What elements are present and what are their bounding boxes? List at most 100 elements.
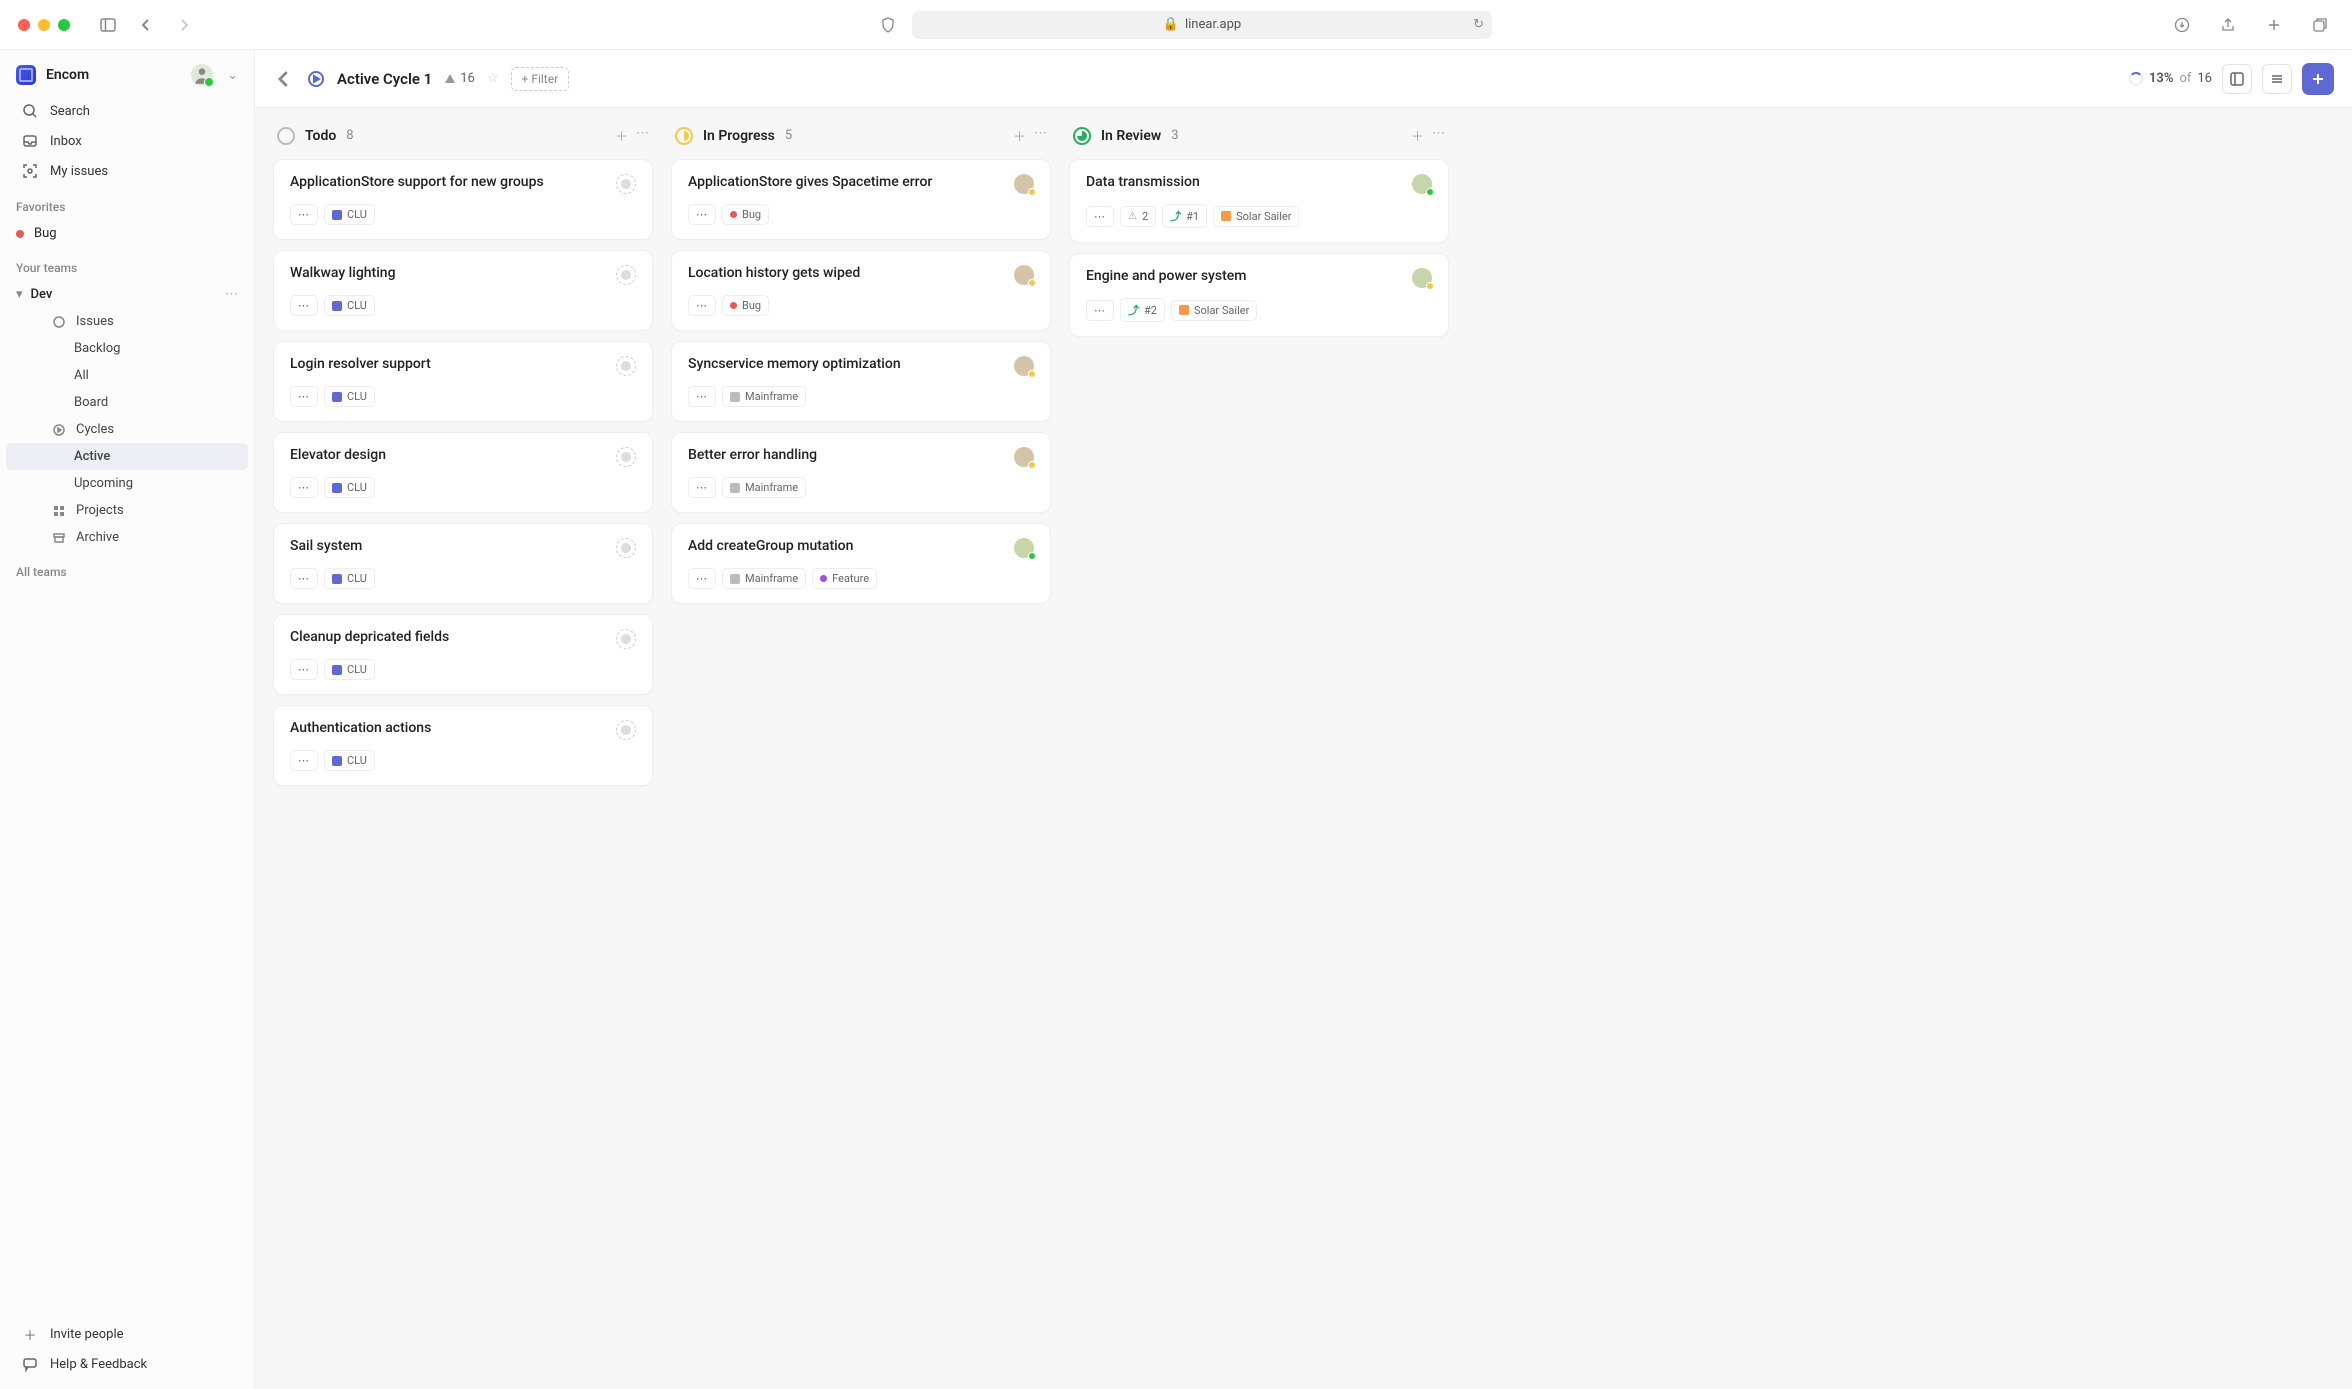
label-chip[interactable]: Bug bbox=[722, 295, 769, 316]
tree-board[interactable]: Board bbox=[6, 389, 248, 416]
assignee-avatar[interactable] bbox=[1014, 265, 1034, 285]
unassigned-avatar-icon[interactable] bbox=[616, 265, 636, 285]
tree-cycles[interactable]: Cycles bbox=[6, 416, 248, 443]
user-avatar[interactable] bbox=[191, 64, 213, 86]
issue-card[interactable]: Authentication actions ⋯CLU bbox=[273, 705, 653, 786]
issue-card[interactable]: Location history gets wiped ⋯Bug bbox=[671, 250, 1051, 331]
tabs-icon[interactable] bbox=[2306, 11, 2334, 39]
warning-chip[interactable]: 2 bbox=[1120, 206, 1156, 227]
nav-my-issues[interactable]: My issues bbox=[6, 156, 248, 186]
nav-back-icon[interactable] bbox=[132, 11, 160, 39]
issue-card[interactable]: Add createGroup mutation ⋯MainframeFeatu… bbox=[671, 523, 1051, 604]
issue-card[interactable]: Data transmission ⋯ 2⤴#1Solar Sailer bbox=[1069, 159, 1449, 243]
project-chip[interactable]: Mainframe bbox=[722, 477, 806, 498]
assignee-avatar[interactable] bbox=[1014, 538, 1034, 558]
unassigned-avatar-icon[interactable] bbox=[616, 538, 636, 558]
nav-inbox[interactable]: Inbox bbox=[6, 126, 248, 156]
tree-upcoming[interactable]: Upcoming bbox=[6, 470, 248, 497]
help-feedback[interactable]: Help & Feedback bbox=[6, 1349, 248, 1379]
address-bar[interactable]: 🔒 linear.app ↻ bbox=[912, 11, 1492, 39]
card-more-chip[interactable]: ⋯ bbox=[688, 477, 716, 498]
tree-active[interactable]: Active bbox=[6, 443, 248, 470]
project-chip[interactable]: CLU bbox=[324, 477, 375, 498]
card-more-chip[interactable]: ⋯ bbox=[290, 386, 318, 407]
issue-card[interactable]: Walkway lighting ⋯CLU bbox=[273, 250, 653, 331]
project-chip[interactable]: CLU bbox=[324, 659, 375, 680]
card-more-chip[interactable]: ⋯ bbox=[290, 204, 318, 225]
invite-people[interactable]: ＋ Invite people bbox=[6, 1319, 248, 1349]
project-chip[interactable]: Solar Sailer bbox=[1171, 300, 1257, 321]
maximize-window-icon[interactable] bbox=[58, 19, 70, 31]
label-chip[interactable]: Feature bbox=[812, 568, 877, 589]
card-more-chip[interactable]: ⋯ bbox=[290, 295, 318, 316]
project-chip[interactable]: CLU bbox=[324, 204, 375, 225]
back-icon[interactable] bbox=[273, 68, 295, 90]
project-chip[interactable]: CLU bbox=[324, 568, 375, 589]
label-chip[interactable]: Bug bbox=[722, 204, 769, 225]
assignee-avatar[interactable] bbox=[1014, 174, 1034, 194]
unassigned-avatar-icon[interactable] bbox=[616, 356, 636, 376]
pr-chip[interactable]: ⤴#1 bbox=[1162, 204, 1207, 228]
issue-card[interactable]: Engine and power system ⋯⤴#2Solar Sailer bbox=[1069, 253, 1449, 337]
more-icon[interactable]: ⋯ bbox=[225, 287, 238, 302]
project-chip[interactable]: Mainframe bbox=[722, 386, 806, 407]
window-controls[interactable] bbox=[18, 19, 70, 31]
card-more-chip[interactable]: ⋯ bbox=[688, 386, 716, 407]
project-chip[interactable]: CLU bbox=[324, 750, 375, 771]
filter-button[interactable]: + Filter bbox=[511, 67, 570, 91]
sidebar-toggle-icon[interactable] bbox=[94, 11, 122, 39]
unassigned-avatar-icon[interactable] bbox=[616, 720, 636, 740]
team-dev[interactable]: ▾ Dev ⋯ bbox=[0, 281, 254, 308]
issue-card[interactable]: ApplicationStore support for new groups … bbox=[273, 159, 653, 240]
tree-all[interactable]: All bbox=[6, 362, 248, 389]
chevron-down-icon[interactable]: ⌄ bbox=[227, 68, 238, 83]
card-more-chip[interactable]: ⋯ bbox=[688, 204, 716, 225]
card-more-chip[interactable]: ⋯ bbox=[1086, 300, 1114, 321]
close-window-icon[interactable] bbox=[18, 19, 30, 31]
new-tab-icon[interactable] bbox=[2260, 11, 2288, 39]
reload-icon[interactable]: ↻ bbox=[1473, 17, 1484, 32]
view-list-button[interactable] bbox=[2262, 64, 2292, 94]
tree-archive[interactable]: Archive bbox=[6, 524, 248, 551]
issue-card[interactable]: Login resolver support ⋯CLU bbox=[273, 341, 653, 422]
card-more-chip[interactable]: ⋯ bbox=[290, 568, 318, 589]
star-icon[interactable]: ☆ bbox=[487, 71, 499, 86]
project-chip[interactable]: Mainframe bbox=[722, 568, 806, 589]
add-card-icon[interactable]: ＋ bbox=[1411, 126, 1424, 145]
workspace-switcher[interactable]: Encom ⌄ bbox=[0, 50, 254, 96]
all-teams-label[interactable]: All teams bbox=[0, 551, 254, 585]
view-board-button[interactable] bbox=[2222, 64, 2252, 94]
unassigned-avatar-icon[interactable] bbox=[616, 174, 636, 194]
tree-issues[interactable]: Issues bbox=[6, 308, 248, 335]
shield-icon[interactable] bbox=[874, 11, 902, 39]
tree-backlog[interactable]: Backlog bbox=[6, 335, 248, 362]
project-chip[interactable]: CLU bbox=[324, 295, 375, 316]
assignee-avatar[interactable] bbox=[1014, 447, 1034, 467]
issue-card[interactable]: Cleanup depricated fields ⋯CLU bbox=[273, 614, 653, 695]
column-more-icon[interactable]: ⋯ bbox=[1034, 126, 1047, 145]
assignee-avatar[interactable] bbox=[1412, 268, 1432, 288]
add-card-icon[interactable]: ＋ bbox=[1013, 126, 1026, 145]
assignee-avatar[interactable] bbox=[1014, 356, 1034, 376]
share-icon[interactable] bbox=[2214, 11, 2242, 39]
issue-card[interactable]: Syncservice memory optimization ⋯Mainfra… bbox=[671, 341, 1051, 422]
add-card-icon[interactable]: ＋ bbox=[615, 126, 628, 145]
card-more-chip[interactable]: ⋯ bbox=[290, 750, 318, 771]
issue-card[interactable]: Better error handling ⋯Mainframe bbox=[671, 432, 1051, 513]
project-chip[interactable]: Solar Sailer bbox=[1213, 206, 1299, 227]
favorite-bug[interactable]: Bug bbox=[0, 220, 254, 247]
minimize-window-icon[interactable] bbox=[38, 19, 50, 31]
card-more-chip[interactable]: ⋯ bbox=[290, 659, 318, 680]
column-more-icon[interactable]: ⋯ bbox=[636, 126, 649, 145]
unassigned-avatar-icon[interactable] bbox=[616, 447, 636, 467]
nav-search[interactable]: Search bbox=[6, 96, 248, 126]
downloads-icon[interactable] bbox=[2168, 11, 2196, 39]
project-chip[interactable]: CLU bbox=[324, 386, 375, 407]
tree-projects[interactable]: Projects bbox=[6, 497, 248, 524]
nav-forward-icon[interactable] bbox=[170, 11, 198, 39]
assignee-avatar[interactable] bbox=[1412, 174, 1432, 194]
card-more-chip[interactable]: ⋯ bbox=[290, 477, 318, 498]
column-more-icon[interactable]: ⋯ bbox=[1432, 126, 1445, 145]
card-more-chip[interactable]: ⋯ bbox=[688, 568, 716, 589]
issue-card[interactable]: Elevator design ⋯CLU bbox=[273, 432, 653, 513]
